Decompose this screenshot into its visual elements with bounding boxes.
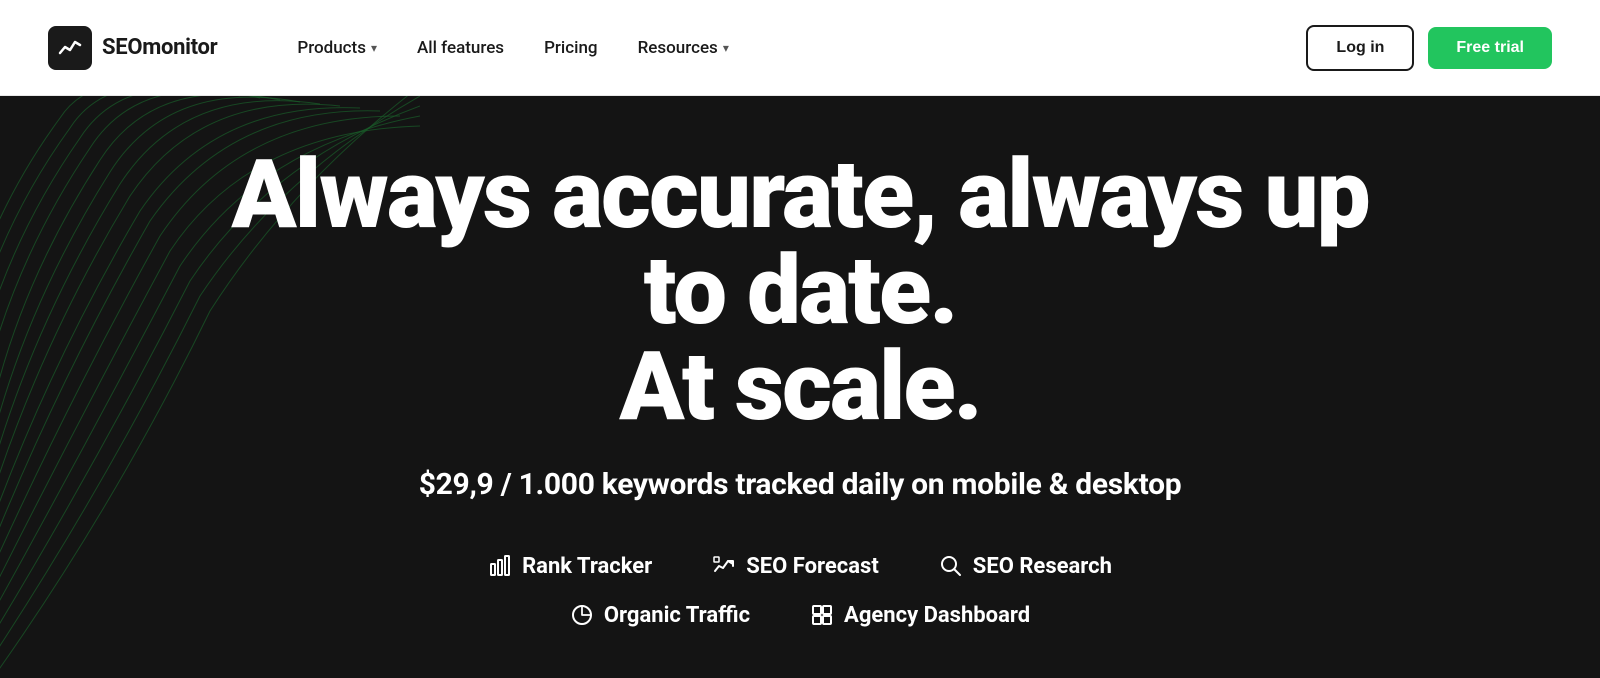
dashboard-icon [810,603,834,627]
hero-features: Rank Tracker SEO Forecast [200,554,1400,628]
chevron-down-icon: ▾ [371,41,377,55]
hero-content: Always accurate, always up to date. At s… [200,147,1400,628]
navbar: SEOmonitor Products ▾ All features Prici… [0,0,1600,96]
chevron-down-icon-resources: ▾ [723,41,729,55]
feature-seo-forecast[interactable]: SEO Forecast [712,554,879,579]
hero-headline: Always accurate, always up to date. At s… [200,147,1400,435]
feature-agency-dashboard[interactable]: Agency Dashboard [810,603,1030,628]
forecast-icon [712,554,736,578]
login-button[interactable]: Log in [1306,25,1414,71]
feature-seo-research[interactable]: SEO Research [939,554,1112,579]
hero-features-row-1: Rank Tracker SEO Forecast [488,554,1112,579]
nav-item-pricing[interactable]: Pricing [528,30,614,66]
search-icon [939,554,963,578]
navbar-nav: Products ▾ All features Pricing Resource… [281,30,1306,66]
navbar-actions: Log in Free trial [1306,25,1552,71]
logo-link[interactable]: SEOmonitor [48,26,217,70]
nav-item-resources[interactable]: Resources ▾ [622,30,745,66]
free-trial-button[interactable]: Free trial [1428,27,1552,69]
pie-chart-icon [570,603,594,627]
bar-chart-icon [488,554,512,578]
nav-item-products[interactable]: Products ▾ [281,30,393,66]
feature-rank-tracker[interactable]: Rank Tracker [488,554,652,579]
hero-features-row-2: Organic Traffic Agency Dashboard [570,603,1030,628]
logo-text: SEOmonitor [102,35,217,60]
logo-icon [48,26,92,70]
feature-organic-traffic[interactable]: Organic Traffic [570,603,750,628]
nav-item-all-features[interactable]: All features [401,30,520,66]
hero-subheadline: $29,9 / 1.000 keywords tracked daily on … [200,467,1400,502]
hero-section: .dline { fill: none; stroke: #1a5c2a; st… [0,96,1600,678]
